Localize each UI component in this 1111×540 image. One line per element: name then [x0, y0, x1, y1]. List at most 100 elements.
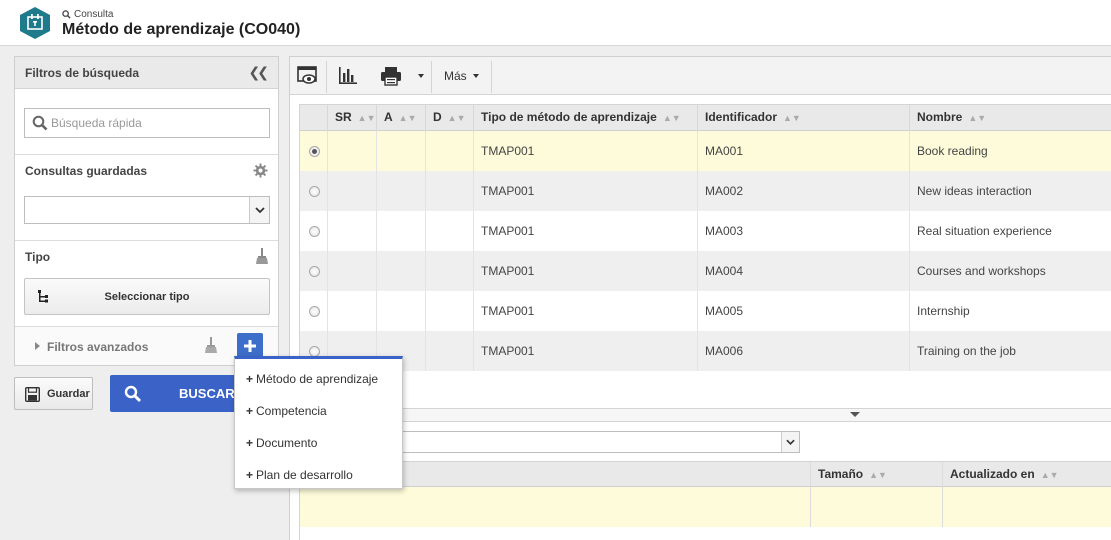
plus-icon — [244, 340, 256, 352]
search-icon — [124, 385, 142, 403]
cell-a — [376, 171, 425, 211]
quick-search-input[interactable] — [51, 114, 261, 132]
row-radio[interactable] — [309, 226, 320, 237]
row-radio[interactable] — [309, 306, 320, 317]
saved-queries-label: Consultas guardadas — [25, 164, 148, 178]
cell-sr — [327, 251, 376, 291]
menu-item-development-plan[interactable]: + Plan de desarrollo — [235, 459, 402, 491]
table-row[interactable]: TMAP001 MA005 Internship — [300, 291, 1111, 331]
results-grid: SR ▲▼ A ▲▼ D ▲▼ Tipo de método de aprendiza… — [299, 104, 1111, 374]
cell-type: TMAP001 — [473, 211, 697, 251]
cell-name: Internship — [909, 291, 1111, 331]
column-header-identifier[interactable]: Identificador ▲▼ — [697, 105, 909, 131]
select-type-label: Seleccionar tipo — [104, 291, 190, 303]
type-label: Tipo — [25, 250, 51, 264]
chevron-down-icon[interactable] — [781, 432, 799, 452]
view-icon[interactable] — [297, 65, 319, 87]
cell-type: TMAP001 — [473, 291, 697, 331]
menu-item-document[interactable]: + Documento — [235, 427, 402, 459]
cell-sr — [327, 291, 376, 331]
cell-sr — [327, 171, 376, 211]
attachments-grid-header: Tamaño ▲▼ Actualizado en ▲▼ — [300, 462, 1111, 487]
column-header-sr[interactable]: SR ▲▼ — [327, 105, 376, 131]
double-chevron-left-icon[interactable]: ❮❮ — [249, 64, 270, 81]
cell-d — [425, 211, 473, 251]
cell-d — [425, 331, 473, 371]
cell-a — [376, 251, 425, 291]
panel-splitter[interactable] — [299, 408, 1111, 422]
cell-name: Courses and workshops — [909, 251, 1111, 291]
column-header-size[interactable]: Tamaño ▲▼ — [810, 462, 942, 487]
cell-d — [425, 131, 473, 171]
cell-a — [376, 211, 425, 251]
table-row[interactable]: TMAP001 MA004 Courses and workshops — [300, 251, 1111, 291]
attachment-filter-select[interactable] — [390, 431, 800, 453]
divider — [15, 154, 278, 155]
column-header-a[interactable]: A ▲▼ — [376, 105, 425, 131]
print-options-caret-icon[interactable] — [418, 65, 424, 87]
plus-icon: + — [246, 372, 254, 386]
chevron-down-icon[interactable] — [249, 197, 269, 223]
caret-down-icon — [472, 74, 479, 78]
cell-a — [376, 291, 425, 331]
cell-type: TMAP001 — [473, 251, 697, 291]
cell-a — [376, 131, 425, 171]
column-header-type[interactable]: Tipo de método de aprendizaje ▲▼ — [473, 105, 697, 131]
app-logo-icon — [20, 7, 50, 39]
cell-name: Book reading — [909, 131, 1111, 171]
menu-item-competence[interactable]: + Competencia — [235, 395, 402, 427]
divider — [15, 240, 278, 241]
table-row[interactable] — [300, 487, 1111, 527]
more-menu-button[interactable]: Más — [444, 65, 479, 87]
attachments-grid: Tamaño ▲▼ Actualizado en ▲▼ — [299, 461, 1111, 540]
cell-d — [425, 171, 473, 211]
cell-name: Real situation experience — [909, 211, 1111, 251]
chevron-down-icon[interactable] — [844, 412, 866, 418]
floppy-disk-icon — [25, 387, 40, 402]
toolbar: Más — [290, 57, 1111, 95]
breadcrumb[interactable]: Consulta — [62, 9, 113, 20]
cell-sr — [327, 131, 376, 171]
advanced-filters-label: Filtros avanzados — [47, 340, 149, 354]
caret-right-icon — [35, 342, 40, 350]
toolbar-separator — [431, 61, 432, 93]
breadcrumb-label: Consulta — [74, 9, 114, 20]
row-radio[interactable] — [309, 146, 320, 157]
quick-search-field[interactable] — [24, 108, 270, 138]
results-panel: Más SR ▲▼ A ▲▼ D ▲▼ Tipo de método de apren… — [289, 56, 1111, 540]
plus-icon: + — [246, 404, 254, 418]
menu-item-learning-method[interactable]: + Método de aprendizaje — [235, 363, 402, 395]
table-row[interactable]: TMAP001 MA001 Book reading — [300, 131, 1111, 171]
cell-name: Training on the job — [909, 331, 1111, 371]
row-radio[interactable] — [309, 186, 320, 197]
cell-identifier: MA006 — [697, 331, 909, 371]
save-button[interactable]: Guardar — [14, 377, 93, 410]
broom-icon[interactable] — [205, 337, 217, 353]
plus-icon: + — [246, 436, 254, 450]
search-button[interactable]: BUSCAR — [110, 375, 250, 412]
search-icon — [62, 10, 71, 19]
row-radio[interactable] — [309, 266, 320, 277]
broom-icon[interactable] — [256, 248, 268, 264]
cell-identifier: MA005 — [697, 291, 909, 331]
cell-d — [425, 291, 473, 331]
column-header-updated[interactable]: Actualizado en ▲▼ — [942, 462, 1111, 487]
cell-type: TMAP001 — [473, 171, 697, 211]
column-header-d[interactable]: D ▲▼ — [425, 105, 473, 131]
bar-chart-icon[interactable] — [338, 65, 358, 87]
table-row[interactable]: TMAP001 MA006 Training on the job — [300, 331, 1111, 371]
search-icon — [32, 115, 48, 131]
table-row[interactable]: TMAP001 MA002 New ideas interaction — [300, 171, 1111, 211]
cell-name: New ideas interaction — [909, 171, 1111, 211]
column-divider — [810, 462, 811, 527]
toolbar-separator — [491, 61, 492, 93]
gear-icon[interactable] — [253, 163, 268, 178]
printer-icon[interactable] — [380, 65, 402, 87]
add-menu: + Método de aprendizaje + Competencia + Doc… — [234, 356, 403, 489]
save-label: Guardar — [47, 388, 90, 400]
table-row[interactable]: TMAP001 MA003 Real situation experience — [300, 211, 1111, 251]
more-label: Más — [444, 69, 467, 83]
select-type-button[interactable]: Seleccionar tipo — [24, 278, 270, 315]
column-header-name[interactable]: Nombre ▲▼ — [909, 105, 1111, 131]
saved-queries-select[interactable] — [24, 196, 270, 224]
